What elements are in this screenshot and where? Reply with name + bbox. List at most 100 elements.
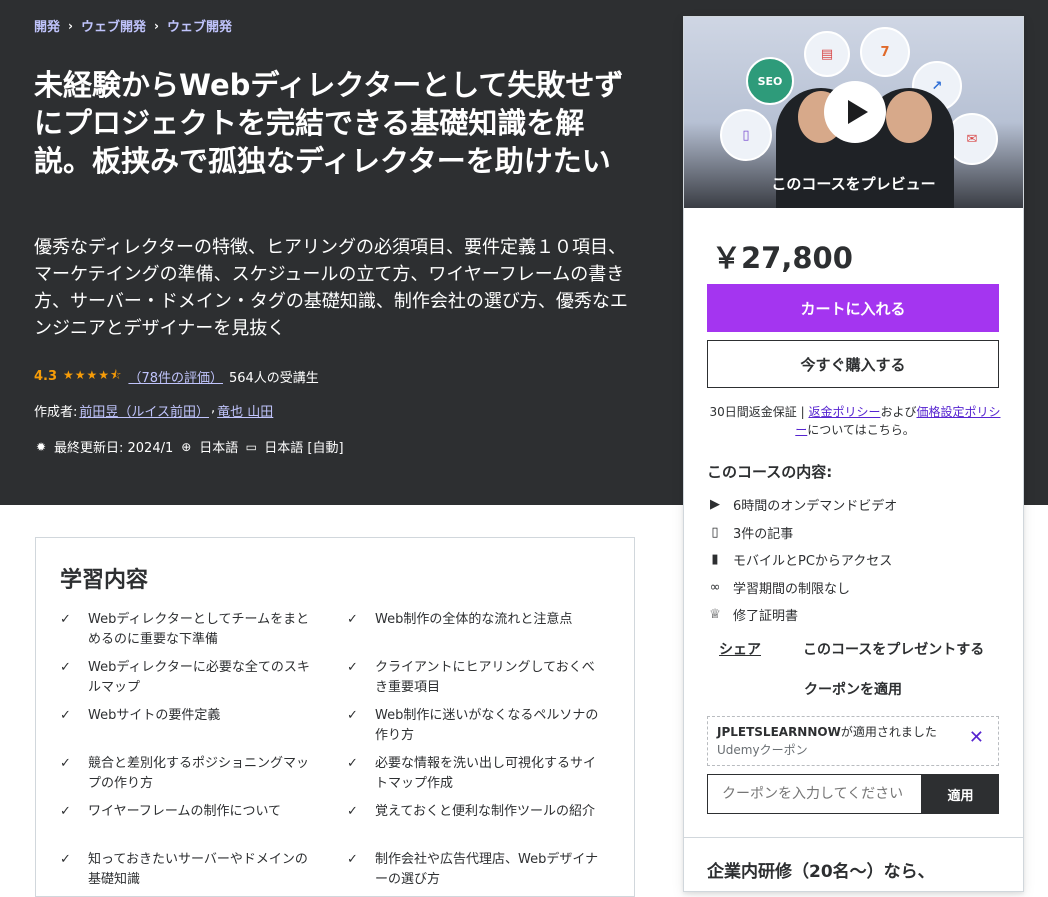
chevron-right-icon: › — [68, 18, 73, 33]
gift-course-button[interactable]: このコースをプレゼントする — [803, 639, 984, 659]
refund-policy-link[interactable]: 返金ポリシー — [808, 405, 880, 419]
coupon-code: JPLETSLEARNNOW — [717, 725, 841, 739]
coupon-input[interactable] — [707, 774, 922, 814]
check-icon: ✓ — [347, 660, 358, 675]
check-icon: ✓ — [60, 756, 71, 771]
infinity-icon: ∞ — [709, 579, 721, 595]
breadcrumb-item-development[interactable]: 開発 — [34, 16, 60, 35]
sidebar-divider — [684, 837, 1023, 838]
purchase-sidebar: ▤ 7 SEO ↗ ▯ ✉ このコースをプレビュー ￥27,800 カートに入れ… — [683, 16, 1024, 892]
includes-item: ▯ 3件の記事 — [707, 519, 897, 547]
check-icon: ✓ — [60, 852, 71, 867]
rating-row: 4.3 ★★★★⯪ （78件の評価） 564人の受講生 — [34, 366, 319, 387]
check-icon: ✓ — [60, 660, 71, 675]
learn-item: ✓ Web制作に迷いがなくなるペルソナの作り方 — [347, 706, 620, 746]
refund-guarantee: 30日間返金保証 | — [709, 405, 809, 419]
includes-item-label: 6時間のオンデマンドビデオ — [733, 499, 898, 515]
play-icon[interactable] — [824, 81, 886, 143]
seo-badge-icon: SEO — [746, 57, 794, 105]
course-subtitle: 優秀なディレクターの特徴、ヒアリングの必須項目、要件定義１０項目、マーケテイング… — [34, 237, 628, 339]
check-icon: ✓ — [60, 804, 71, 819]
alert-badge-icon: ✹ — [35, 439, 47, 454]
business-training-heading: 企業内研修（20名〜）なら、 — [707, 862, 935, 882]
learn-item: ✓ 知っておきたいサーバーやドメインの基礎知識 — [60, 850, 347, 890]
apply-coupon-button[interactable]: クーポンを適用 — [804, 679, 902, 699]
course-preview-video[interactable]: ▤ 7 SEO ↗ ▯ ✉ このコースをプレビュー — [684, 17, 1023, 208]
course-price: ￥27,800 — [712, 241, 853, 275]
course-title: 未経験からWebディレクターとして失敗せずにプロジェクトを完結できる基礎知識を解… — [34, 68, 624, 178]
preview-label: このコースをプレビュー — [771, 175, 936, 193]
learn-title: 学習内容 — [60, 568, 149, 593]
web-page-icon: ▤ — [804, 31, 850, 77]
what-you-learn-box: 学習内容 ✓ Webディレクターとしてチームをまとめるのに重要な下準備 ✓ Web制… — [35, 537, 635, 897]
globe-icon: ⊕ — [181, 439, 192, 454]
check-icon: ✓ — [60, 708, 71, 723]
coupon-form: 適用 — [707, 774, 999, 814]
learn-item-text: クライアントにヒアリングしておくべき重要項目 — [375, 660, 595, 695]
learn-item: ✓ Webディレクターに必要な全てのスキルマップ — [60, 658, 347, 698]
check-icon: ✓ — [347, 804, 358, 819]
rating-score: 4.3 — [34, 369, 58, 384]
includes-list: ▶ 6時間のオンデマンドビデオ ▯ 3件の記事 ▮ モバイルとPCからアクセス ∞ 学習… — [707, 491, 897, 629]
breadcrumb-item-web-dev-topic[interactable]: ウェブ開発 — [167, 16, 232, 35]
includes-item: ▶ 6時間のオンデマンドビデオ — [707, 491, 897, 519]
author-separator: , — [211, 401, 216, 416]
apply-coupon-submit-button[interactable]: 適用 — [922, 774, 999, 814]
mobile-icon: ▮ — [711, 552, 719, 568]
calendar-icon: 7 — [860, 27, 910, 77]
learn-item: ✓ ワイヤーフレームの制作について — [60, 802, 347, 842]
learn-list: ✓ Webディレクターとしてチームをまとめるのに重要な下準備 ✓ Web制作の全体的… — [60, 610, 620, 890]
captions-icon: ▭ — [245, 439, 257, 454]
learn-item-text: 制作会社や広告代理店、Webデザイナーの選び方 — [375, 852, 599, 887]
includes-item-label: 修了証明書 — [733, 609, 799, 625]
add-to-cart-button[interactable]: カートに入れる — [707, 284, 999, 332]
learn-item-text: Web制作に迷いがなくなるペルソナの作り方 — [375, 708, 599, 743]
rating-count-link[interactable]: （78件の評価） — [128, 367, 223, 386]
check-icon: ✓ — [60, 612, 71, 627]
learn-item: ✓ 制作会社や広告代理店、Webデザイナーの選び方 — [347, 850, 620, 890]
breadcrumb-item-web-dev[interactable]: ウェブ開発 — [81, 16, 146, 35]
buy-now-button[interactable]: 今すぐ購入する — [707, 340, 999, 388]
includes-item: ∞ 学習期間の制限なし — [707, 574, 897, 602]
student-count: 564人の受講生 — [228, 371, 319, 386]
check-icon: ✓ — [347, 708, 358, 723]
learn-item: ✓ Webディレクターとしてチームをまとめるのに重要な下準備 — [60, 610, 347, 650]
chevron-right-icon: › — [153, 18, 159, 33]
author-link-maeda[interactable]: 前田昱（ルイス前田） — [79, 401, 209, 420]
check-icon: ✓ — [347, 612, 358, 627]
learn-item: ✓ Webサイトの要件定義 — [60, 706, 347, 746]
learn-item-text: Webディレクターに必要な全てのスキルマップ — [88, 660, 310, 695]
coupon-applied-text: が適用されました — [840, 725, 937, 739]
author-link-yamada[interactable]: 竜也 山田 — [217, 401, 273, 420]
learn-item-text: 覚えておくと便利な制作ツールの紹介 — [375, 804, 595, 819]
author-label: 作成者: — [34, 405, 78, 420]
learn-item-text: 競合と差別化するポジショニングマップの作り方 — [88, 756, 310, 791]
trophy-icon: ♕ — [709, 607, 721, 623]
learn-item: ✓ クライアントにヒアリングしておくべき重要項目 — [347, 658, 620, 698]
includes-item: ▮ モバイルとPCからアクセス — [707, 546, 897, 574]
refund-policy-text: 30日間返金保証 | 返金ポリシーおよび価格設定ポリシーについてはこちら。 — [707, 403, 1003, 439]
includes-item: ♕ 修了証明書 — [707, 601, 897, 629]
remove-coupon-close-icon[interactable]: ✕ — [969, 729, 984, 747]
file-icon: ▯ — [711, 524, 719, 540]
video-icon: ▶ — [710, 497, 720, 513]
meta-row: ✹ 最終更新日: 2024/1 ⊕ 日本語 ▭ 日本語 [自動] — [34, 437, 344, 457]
learn-item: ✓ 競合と差別化するポジショニングマップの作り方 — [60, 754, 347, 794]
applied-coupon-line: JPLETSLEARNNOWが適用されました — [717, 723, 989, 741]
share-button[interactable]: シェア — [719, 639, 761, 659]
refund-tail: についてはこちら。 — [807, 423, 915, 437]
share-gift-row: シェア このコースをプレゼントする — [719, 639, 984, 659]
includes-item-label: 3件の記事 — [733, 526, 794, 542]
learn-item-text: Web制作の全体的な流れと注意点 — [375, 612, 573, 627]
learn-item-text: Webディレクターとしてチームをまとめるのに重要な下準備 — [88, 612, 310, 647]
star-rating-icon: ★★★★⯪ — [63, 368, 123, 382]
includes-title: このコースの内容: — [707, 463, 833, 481]
learn-item-text: 必要な情報を洗い出し可視化するサイトマップ作成 — [375, 756, 597, 791]
course-language: 日本語 — [199, 441, 239, 456]
learn-item-text: Webサイトの要件定義 — [88, 708, 221, 723]
includes-item-label: モバイルとPCからアクセス — [733, 554, 893, 570]
check-icon: ✓ — [347, 852, 358, 867]
learn-item: ✓ 必要な情報を洗い出し可視化するサイトマップ作成 — [347, 754, 620, 794]
learn-item-text: ワイヤーフレームの制作について — [88, 804, 282, 819]
refund-and: および — [880, 405, 917, 419]
